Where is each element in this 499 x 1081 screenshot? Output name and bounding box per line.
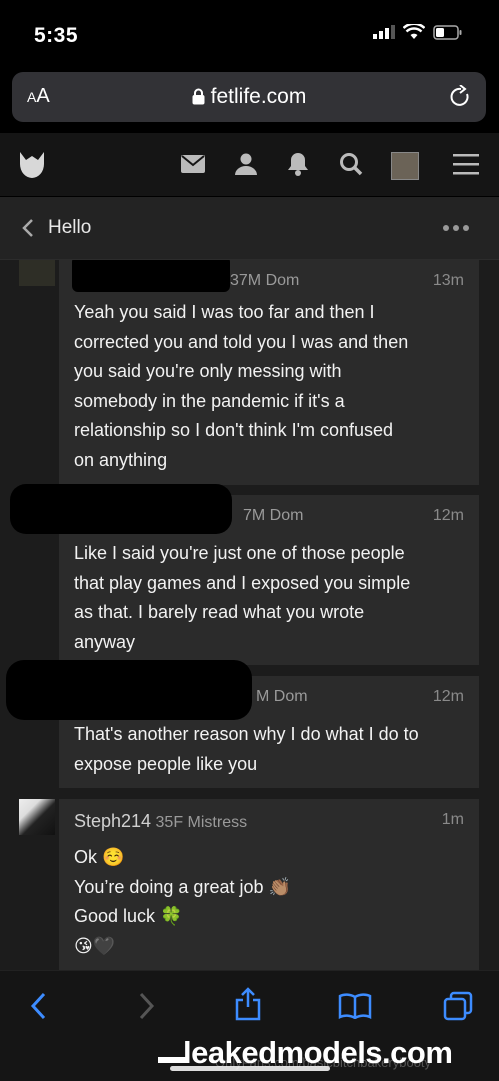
- message-item: 37M Dom 13m Yeah you said I was too far …: [59, 260, 479, 485]
- message-body: That's another reason why I do what I do…: [74, 720, 467, 779]
- signal-icon: [373, 25, 395, 39]
- avatar[interactable]: [19, 799, 55, 835]
- message-time: 13m: [432, 272, 464, 289]
- app-nav: [0, 133, 499, 196]
- battery-icon: [433, 24, 462, 40]
- address-bar[interactable]: AA fetlife.com: [12, 72, 486, 122]
- sender-meta: 35F Mistress: [155, 814, 248, 831]
- message-list: 37M Dom 13m Yeah you said I was too far …: [0, 260, 499, 970]
- message-line: you said you're only messing with: [74, 361, 342, 381]
- message-line: corrected you and told you I was and the…: [74, 331, 409, 352]
- watermark-underline: [158, 1057, 186, 1063]
- menu-icon[interactable]: [453, 153, 479, 175]
- mail-icon[interactable]: [181, 155, 205, 173]
- message-time: 12m: [432, 507, 464, 524]
- person-icon[interactable]: [235, 153, 257, 175]
- message-line: Ok ☺️: [74, 847, 125, 867]
- url-display[interactable]: fetlife.com: [12, 85, 486, 109]
- message-header: Steph214 35F Mistress 1m: [74, 811, 464, 831]
- tabs-icon[interactable]: [443, 991, 473, 1021]
- avatar: [19, 260, 55, 286]
- message-line: anyway: [74, 631, 136, 652]
- message-line: on anything: [74, 449, 168, 470]
- sender-meta: 37M Dom: [230, 272, 300, 289]
- message-line: somebody in the pandemic if it's a: [74, 390, 345, 411]
- share-icon[interactable]: [234, 987, 262, 1021]
- redaction: [10, 484, 232, 534]
- message-line: You’re doing a great job 👏🏽: [74, 876, 291, 897]
- status-bar: 5:35: [0, 0, 499, 62]
- reload-icon[interactable]: [450, 85, 472, 109]
- wifi-icon: [403, 24, 425, 39]
- message-line: 😘🖤: [74, 935, 116, 956]
- message-line: Like I said you're just one of those peo…: [74, 543, 405, 563]
- fetlife-logo-icon[interactable]: [18, 150, 46, 180]
- message-line: expose people like you: [74, 753, 258, 774]
- redaction: [72, 260, 230, 292]
- message-line: That's another reason why I do what I do…: [74, 724, 419, 744]
- more-options-icon[interactable]: [443, 225, 469, 231]
- bookmarks-icon[interactable]: [338, 993, 372, 1019]
- home-indicator[interactable]: [170, 1066, 330, 1071]
- message-body: Like I said you're just one of those peo…: [74, 539, 467, 657]
- thread-title[interactable]: Hello: [48, 217, 91, 239]
- message-line: relationship so I don't think I'm confus…: [74, 420, 394, 440]
- message-line: Good luck 🍀: [74, 906, 183, 926]
- message-item: Steph214 35F Mistress 1m Ok ☺️ You’re do…: [59, 799, 479, 970]
- bell-icon[interactable]: [287, 152, 309, 176]
- message-time: 12m: [432, 688, 464, 705]
- message-line: that play games and I exposed you simple: [74, 572, 411, 593]
- thread-header: Hello: [0, 197, 499, 260]
- chevron-left-icon[interactable]: [22, 219, 34, 237]
- sender-info: Steph214 35F Mistress: [74, 811, 247, 832]
- message-time: 1m: [441, 811, 464, 828]
- sender-meta: M Dom: [256, 688, 308, 705]
- message-body: Yeah you said I was too far and then I c…: [74, 298, 467, 475]
- back-icon[interactable]: [28, 991, 50, 1021]
- status-icons: [373, 24, 463, 40]
- redaction: [6, 660, 252, 720]
- url-text: fetlife.com: [210, 85, 307, 108]
- sender-meta: 7M Dom: [243, 507, 304, 524]
- message-line: as that. I barely read what you wrote: [74, 602, 365, 622]
- lock-icon: [192, 88, 205, 105]
- avatar[interactable]: [391, 152, 419, 180]
- sender-name[interactable]: Steph214: [74, 811, 151, 831]
- message-line: Yeah you said I was too far and then I: [74, 302, 375, 322]
- forward-icon[interactable]: [135, 991, 157, 1021]
- search-icon[interactable]: [339, 152, 363, 176]
- message-body: Ok ☺️ You’re doing a great job 👏🏽 Good l…: [74, 843, 467, 961]
- status-time: 5:35: [34, 24, 79, 47]
